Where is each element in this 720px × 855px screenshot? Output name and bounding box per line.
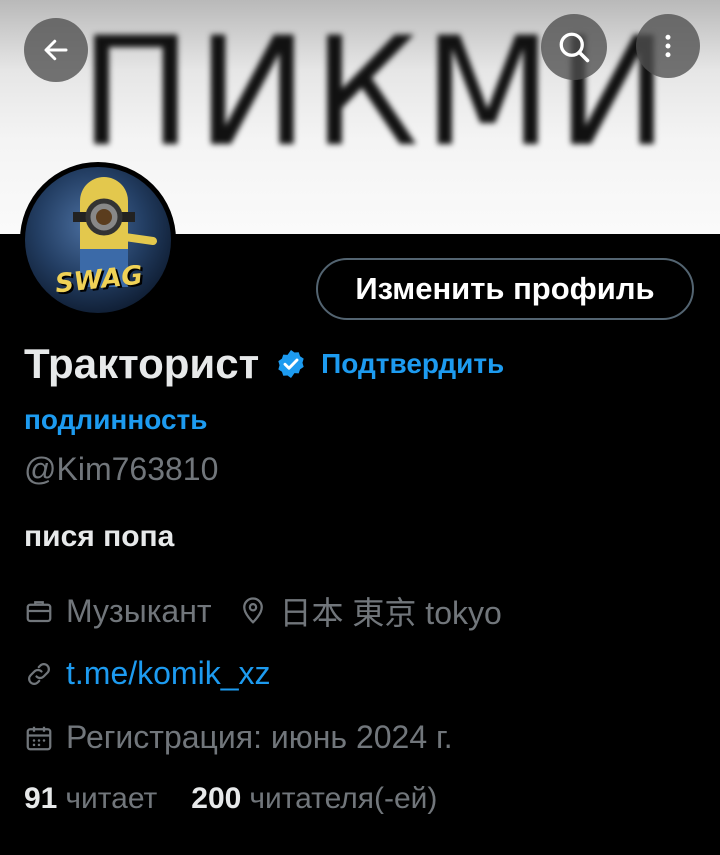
followers-count: 200 [191, 782, 242, 815]
arrow-left-icon [44, 39, 68, 61]
verify-link-continued[interactable]: подлинность [24, 404, 207, 436]
back-button[interactable] [24, 18, 88, 82]
more-options-button[interactable] [636, 14, 700, 78]
following-label: читает [65, 782, 158, 815]
search-icon [559, 32, 590, 63]
following-link[interactable]: 91 читает [24, 782, 157, 816]
more-vertical-icon [665, 34, 671, 58]
followers-link[interactable]: 200 читателя(-ей) [191, 782, 437, 816]
bio-text: пися попа [24, 520, 175, 553]
edit-profile-button[interactable]: Изменить профиль [316, 258, 694, 320]
calendar-icon [26, 726, 52, 750]
display-name: Тракторист [24, 340, 260, 387]
link-icon [28, 662, 50, 685]
username-handle: @Kim763810 [24, 451, 219, 487]
location-text: 日本 東京 tokyo [279, 595, 502, 631]
location-pin-icon [242, 597, 263, 624]
verified-badge-icon[interactable] [275, 348, 307, 380]
search-button[interactable] [541, 14, 607, 80]
profession-text: Музыкант [66, 592, 212, 629]
join-date-text: Регистрация: июнь 2024 г. [66, 719, 453, 755]
website-link[interactable]: t.me/komik_xz [66, 655, 270, 692]
avatar[interactable]: SWAG [20, 162, 176, 318]
verify-link[interactable]: Подтвердить [321, 348, 504, 380]
avatar-image: SWAG [25, 167, 171, 313]
following-count: 91 [24, 782, 58, 815]
followers-label: читателя(-ей) [249, 782, 438, 815]
briefcase-icon [26, 601, 52, 623]
